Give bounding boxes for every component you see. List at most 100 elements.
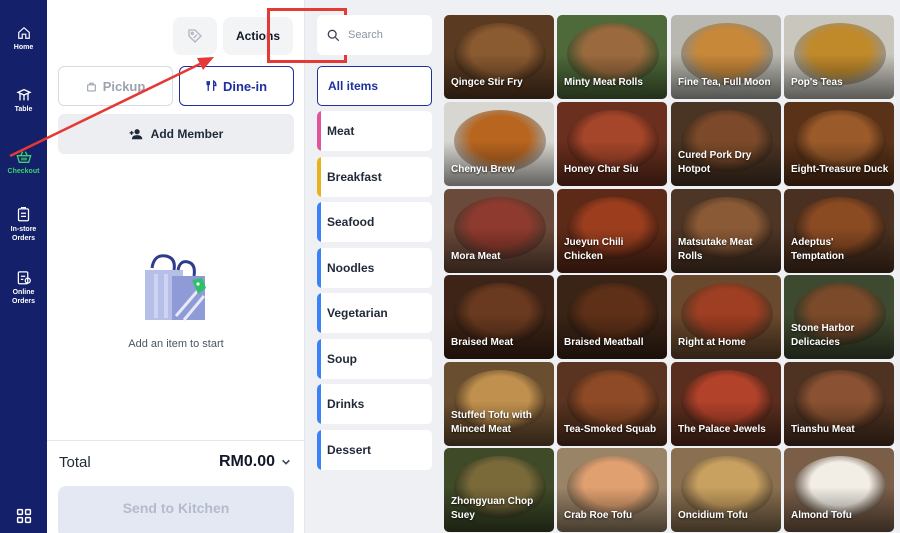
menu-item-tile[interactable]: Adeptus' Temptation xyxy=(784,189,894,273)
total-row[interactable]: Total RM0.00 xyxy=(47,440,305,480)
menu-item-tile[interactable]: Almond Tofu xyxy=(784,448,894,532)
nav-online-orders[interactable]: Online Orders xyxy=(0,270,47,306)
nav-online-label-1: Online xyxy=(12,289,35,296)
send-to-kitchen-button[interactable]: Send to Kitchen xyxy=(58,486,294,533)
category-noodles[interactable]: Noodles xyxy=(317,248,432,288)
dinein-toggle[interactable]: Dine-in xyxy=(179,66,294,106)
basket-icon xyxy=(15,151,32,163)
nav-table-label: Table xyxy=(14,106,33,113)
menu-item-tile[interactable]: Oncidium Tofu xyxy=(671,448,781,532)
nav-checkout[interactable]: Checkout xyxy=(0,150,47,176)
menu-item-name: Tianshu Meat xyxy=(791,424,855,435)
pickup-label: Pickup xyxy=(102,78,146,94)
menu-item-name: Crab Roe Tofu xyxy=(564,510,633,521)
category-breakfast[interactable]: Breakfast xyxy=(317,157,432,197)
menu-item-name: Cured Pork Dry Hotpot xyxy=(678,150,752,175)
nav-instore-label-2: Orders xyxy=(12,235,35,242)
clipboard-icon xyxy=(17,207,30,222)
menu-item-tile[interactable]: Tea-Smoked Squab xyxy=(557,362,667,446)
category-color-bar xyxy=(317,248,321,288)
chevron-down-icon xyxy=(282,459,290,465)
left-nav: Home Table Checkout In-store Orders Onli… xyxy=(0,0,47,533)
category-color-bar xyxy=(317,384,321,424)
nav-checkout-label: Checkout xyxy=(7,168,40,175)
category-meat[interactable]: Meat xyxy=(317,111,432,151)
menu-item-tile[interactable]: Mora Meat xyxy=(444,189,554,273)
category-label: All items xyxy=(328,79,379,93)
nav-home-label: Home xyxy=(13,44,34,51)
menu-item-tile[interactable]: Honey Char Siu xyxy=(557,102,667,186)
menu-item-tile[interactable]: Minty Meat Rolls xyxy=(557,15,667,99)
menu-item-name: Right at Home xyxy=(678,337,746,348)
category-label: Seafood xyxy=(327,215,375,229)
menu-item-tile[interactable]: Zhongyuan Chop Suey xyxy=(444,448,554,532)
empty-cart-text: Add an item to start xyxy=(128,338,224,350)
category-dessert[interactable]: Dessert xyxy=(317,430,432,470)
menu-item-name: Jueyun Chili Chicken xyxy=(564,237,624,262)
category-color-bar xyxy=(317,339,321,379)
menu-item-name: Mora Meat xyxy=(451,251,501,262)
category-soup[interactable]: Soup xyxy=(317,339,432,379)
category-seafood[interactable]: Seafood xyxy=(317,202,432,242)
menu-item-tile[interactable]: Tianshu Meat xyxy=(784,362,894,446)
table-icon xyxy=(15,88,32,101)
category-label: Drinks xyxy=(327,397,365,411)
menu-item-tile[interactable]: Stone Harbor Delicacies xyxy=(784,275,894,359)
menu-item-tile[interactable]: Qingce Stir Fry xyxy=(444,15,554,99)
menu-item-tile[interactable]: Stuffed Tofu with Minced Meat xyxy=(444,362,554,446)
menu-item-name: Almond Tofu xyxy=(791,510,852,521)
menu-item-name: Fine Tea, Full Moon xyxy=(678,77,771,88)
menu-item-name: Honey Char Siu xyxy=(564,164,639,175)
menu-item-tile[interactable]: Crab Roe Tofu xyxy=(557,448,667,532)
menu-item-tile[interactable]: Eight-Treasure Duck xyxy=(784,102,894,186)
utensils-icon xyxy=(206,80,217,91)
total-label: Total xyxy=(59,454,91,471)
nav-instore-label-1: In-store xyxy=(10,226,37,233)
menu-item-tile[interactable]: Jueyun Chili Chicken xyxy=(557,189,667,273)
menu-item-tile[interactable]: The Palace Jewels xyxy=(671,362,781,446)
menu-item-tile[interactable]: Chenyu Brew xyxy=(444,102,554,186)
nav-instore-orders[interactable]: In-store Orders xyxy=(0,207,47,243)
total-amount: RM0.00 xyxy=(218,453,275,470)
menu-item-name: Matsutake Meat Rolls xyxy=(678,237,753,262)
empty-cart-illustration xyxy=(145,254,206,321)
menu-item-name: Stuffed Tofu with Minced Meat xyxy=(451,410,532,435)
menu-item-tile[interactable]: Braised Meat xyxy=(444,275,554,359)
menu-item-tile[interactable]: Matsutake Meat Rolls xyxy=(671,189,781,273)
menu-item-name: Qingce Stir Fry xyxy=(451,77,523,88)
nav-home[interactable]: Home xyxy=(0,26,47,52)
bag-icon xyxy=(86,82,96,91)
category-label: Soup xyxy=(327,352,357,366)
category-drinks[interactable]: Drinks xyxy=(317,384,432,424)
menu-item-name: Braised Meat xyxy=(451,337,514,348)
menu-item-name: Eight-Treasure Duck xyxy=(791,164,889,175)
search-box[interactable]: Search xyxy=(317,15,432,55)
category-color-bar xyxy=(317,293,321,333)
category-color-bar xyxy=(317,430,321,470)
menu-item-name: Adeptus' Temptation xyxy=(791,237,845,262)
pickup-toggle[interactable]: Pickup xyxy=(58,66,173,106)
nav-grid-menu[interactable] xyxy=(0,508,47,527)
category-label: Dessert xyxy=(327,443,372,457)
category-all-items[interactable]: All items xyxy=(317,66,432,106)
menu-item-tile[interactable]: Braised Meatball xyxy=(557,275,667,359)
add-person-icon xyxy=(129,129,142,140)
menu-item-name: Oncidium Tofu xyxy=(678,510,748,521)
menu-item-name: Tea-Smoked Squab xyxy=(564,424,657,435)
nav-table[interactable]: Table xyxy=(0,88,47,114)
add-member-button[interactable]: Add Member xyxy=(58,114,294,154)
menu-item-tile[interactable]: Fine Tea, Full Moon xyxy=(671,15,781,99)
menu-item-tile[interactable]: Pop's Teas xyxy=(784,15,894,99)
category-color-bar xyxy=(317,202,321,242)
menu-item-name: Pop's Teas xyxy=(791,77,843,88)
grid-icon xyxy=(16,508,31,524)
menu-item-tile[interactable]: Right at Home xyxy=(671,275,781,359)
order-panel: Actions Pickup Dine-in Add Member Add an… xyxy=(47,0,347,533)
menu-item-name: Minty Meat Rolls xyxy=(564,77,643,88)
discount-tag-button[interactable] xyxy=(173,17,217,55)
search-placeholder: Search xyxy=(348,29,383,41)
menu-item-tile[interactable]: Cured Pork Dry Hotpot xyxy=(671,102,781,186)
category-vegetarian[interactable]: Vegetarian xyxy=(317,293,432,333)
search-icon xyxy=(327,29,340,41)
category-label: Vegetarian xyxy=(327,306,388,320)
